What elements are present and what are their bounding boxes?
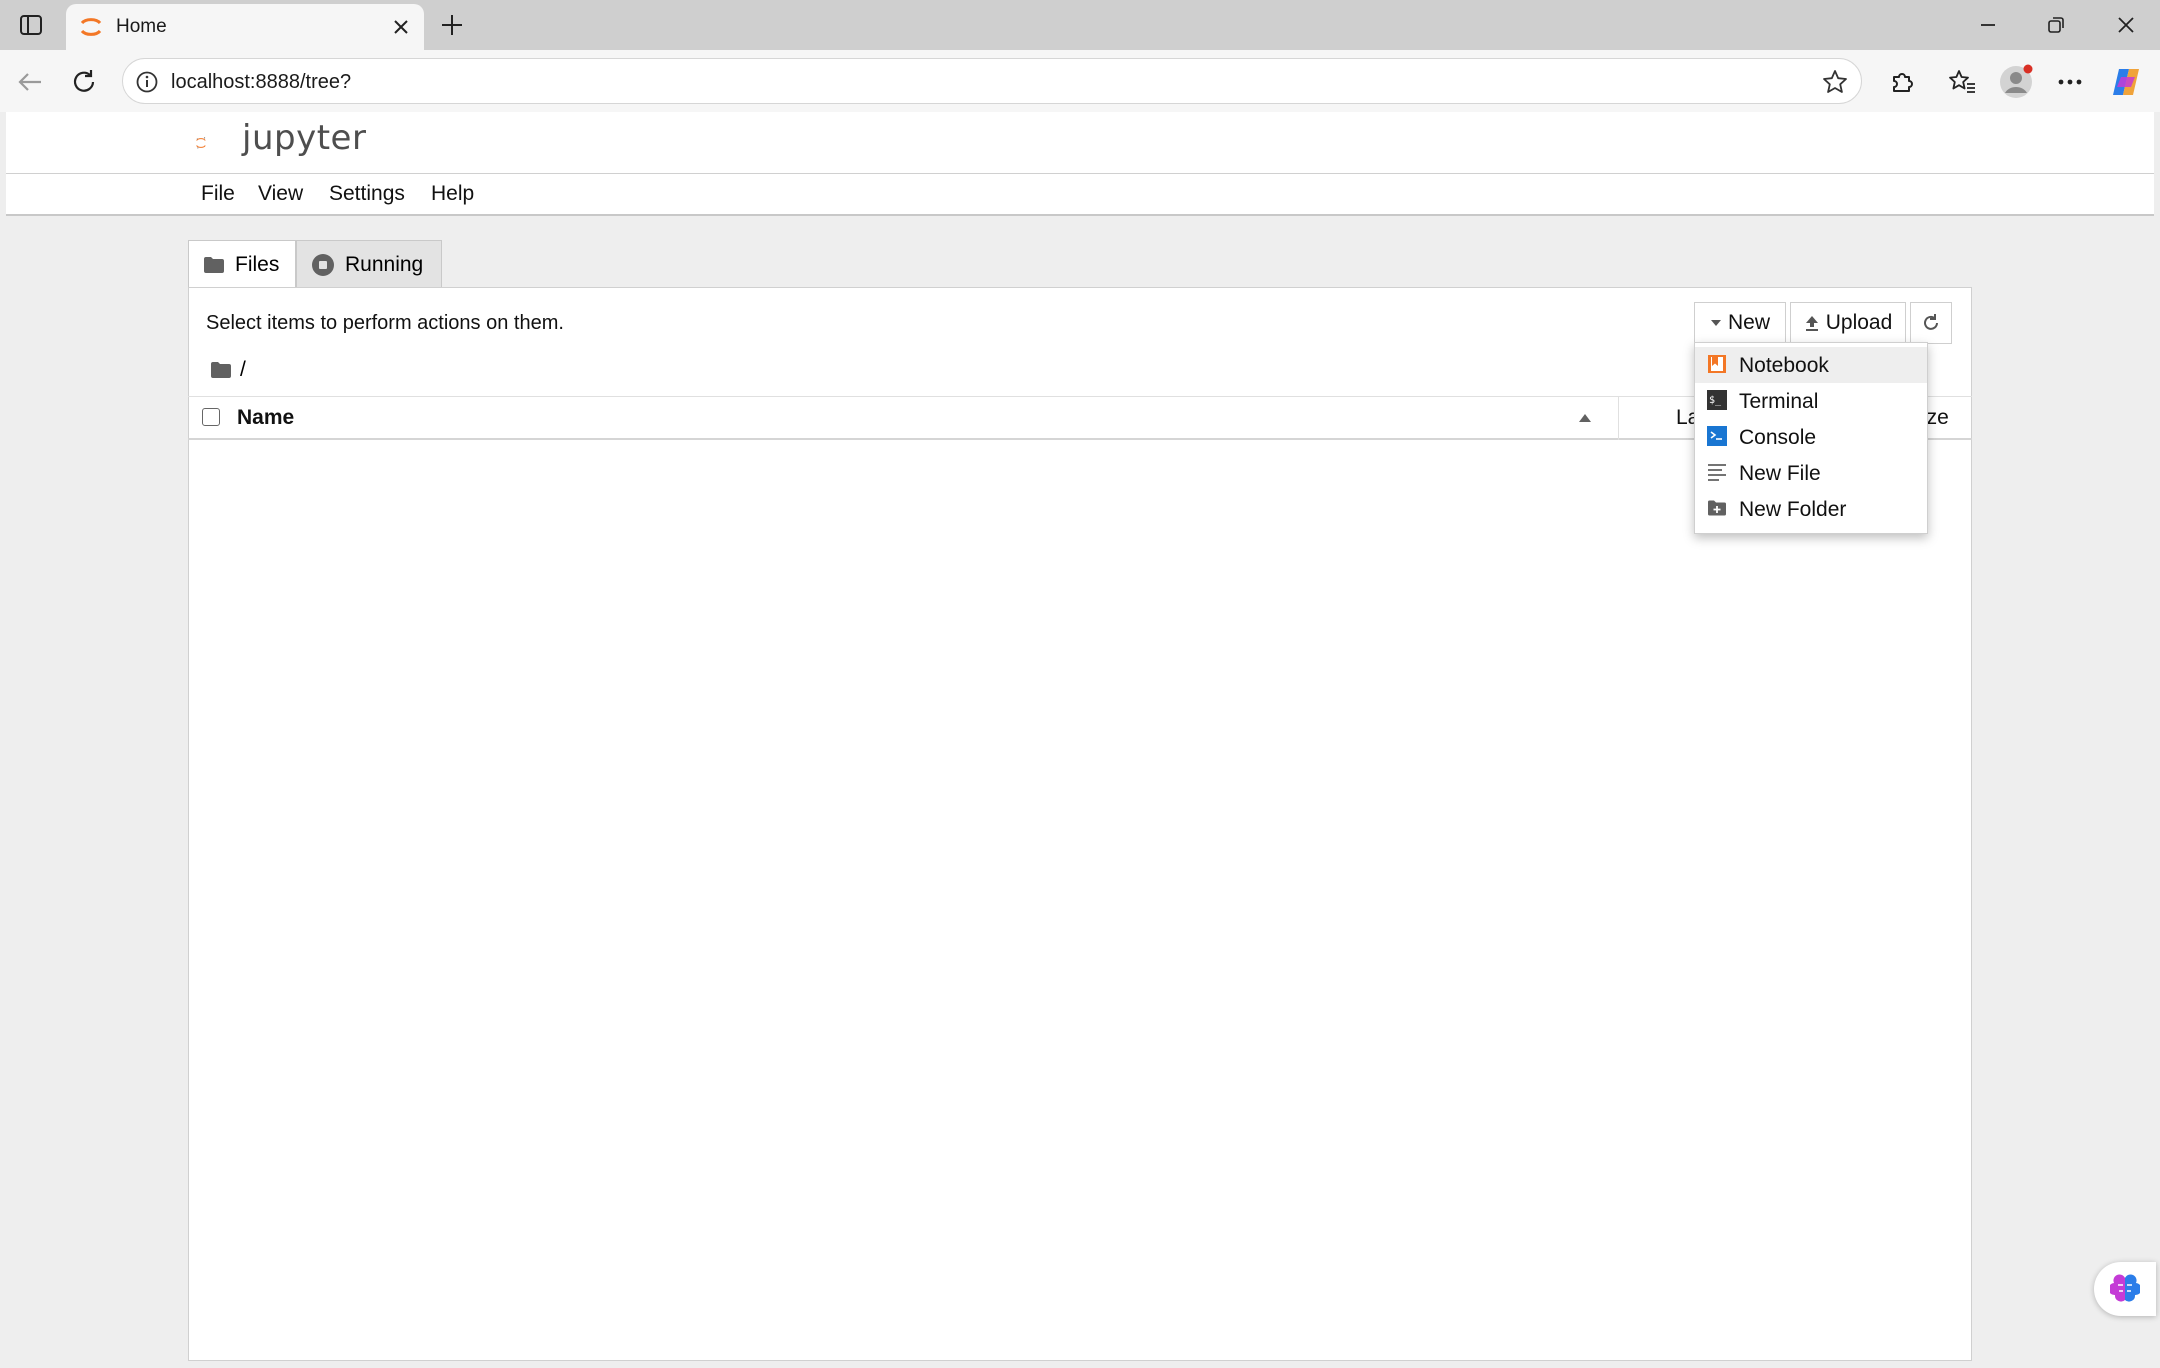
select-all-checkbox[interactable] [202, 408, 220, 426]
menu-item-terminal[interactable]: $_ Terminal [1695, 383, 1927, 419]
stop-circle-icon [312, 253, 334, 276]
tab-actions-icon[interactable] [14, 10, 48, 40]
tab-running-label: Running [345, 252, 424, 276]
menu-item-new-folder-label: New Folder [1739, 498, 1847, 521]
upload-button[interactable]: Upload [1790, 302, 1906, 344]
extensions-icon[interactable] [1882, 62, 1922, 102]
new-folder-icon [1708, 500, 1726, 516]
upload-icon [1805, 316, 1818, 331]
reload-icon[interactable] [64, 62, 104, 102]
menu-item-console[interactable]: Console [1695, 419, 1927, 455]
menu-file[interactable]: File [201, 182, 235, 206]
url-text: localhost:8888/tree? [171, 71, 352, 93]
menu-item-new-folder[interactable]: New Folder [1695, 491, 1927, 527]
more-menu-icon[interactable] [2050, 62, 2090, 102]
menu-item-notebook-label: Notebook [1739, 354, 1829, 377]
console-icon [1707, 426, 1727, 446]
favorite-star-icon[interactable] [1821, 68, 1849, 96]
menu-item-new-file[interactable]: New File [1695, 455, 1927, 491]
tab-files-label: Files [235, 253, 280, 276]
new-tab-icon[interactable] [434, 8, 470, 42]
menu-help[interactable]: Help [431, 182, 474, 206]
close-tab-icon[interactable] [386, 12, 416, 42]
tab-files[interactable]: Files [188, 240, 296, 289]
brain-icon [2110, 1274, 2140, 1302]
site-info-icon[interactable] [135, 70, 159, 94]
address-bar[interactable]: localhost:8888/tree? [122, 58, 1862, 104]
profile-avatar-icon[interactable] [1996, 62, 2036, 102]
browser-tab-home[interactable]: Home [66, 4, 424, 50]
text-file-icon [1708, 464, 1726, 481]
svg-text:$_: $_ [1709, 395, 1722, 406]
refresh-button[interactable] [1910, 302, 1952, 344]
column-name[interactable]: Name [237, 406, 294, 430]
menu-item-terminal-label: Terminal [1739, 390, 1819, 413]
breadcrumb[interactable]: / [210, 358, 246, 382]
new-button[interactable]: New [1694, 302, 1786, 344]
favorites-icon[interactable] [1942, 62, 1982, 102]
caret-down-icon [1710, 320, 1721, 326]
copilot-icon[interactable] [2106, 62, 2146, 102]
jupyter-logo-icon[interactable] [196, 118, 240, 168]
tab-running[interactable]: Running [296, 240, 442, 288]
new-button-label: New [1727, 311, 1770, 334]
restore-icon[interactable] [2026, 6, 2086, 44]
menu-item-notebook[interactable]: Notebook [1695, 347, 1927, 383]
close-window-icon[interactable] [2096, 6, 2156, 44]
menu-view[interactable]: View [258, 182, 303, 206]
folder-icon [204, 257, 224, 273]
column-divider [1618, 396, 1619, 440]
menu-item-new-file-label: New File [1739, 462, 1821, 485]
upload-button-label: Upload [1825, 311, 1893, 334]
jupyter-favicon-icon [80, 18, 102, 36]
folder-icon[interactable] [210, 361, 232, 379]
minimize-icon[interactable] [1958, 6, 2018, 44]
selection-hint: Select items to perform actions on them. [206, 312, 564, 334]
refresh-icon [1924, 314, 1938, 330]
sort-ascending-icon[interactable] [1578, 413, 1592, 423]
browser-tab-title: Home [116, 16, 167, 37]
ai-assistant-button[interactable] [2094, 1262, 2156, 1316]
menu-item-console-label: Console [1739, 426, 1817, 449]
new-dropdown-menu: Notebook $_ Terminal Console New File Ne… [1694, 342, 1928, 534]
back-arrow-icon[interactable] [10, 62, 50, 102]
terminal-icon: $_ [1707, 390, 1727, 410]
notebook-icon [1708, 355, 1726, 373]
jupyter-logo-text[interactable]: jupyter [242, 118, 366, 158]
menu-settings[interactable]: Settings [329, 182, 405, 206]
breadcrumb-root[interactable]: / [240, 358, 246, 382]
